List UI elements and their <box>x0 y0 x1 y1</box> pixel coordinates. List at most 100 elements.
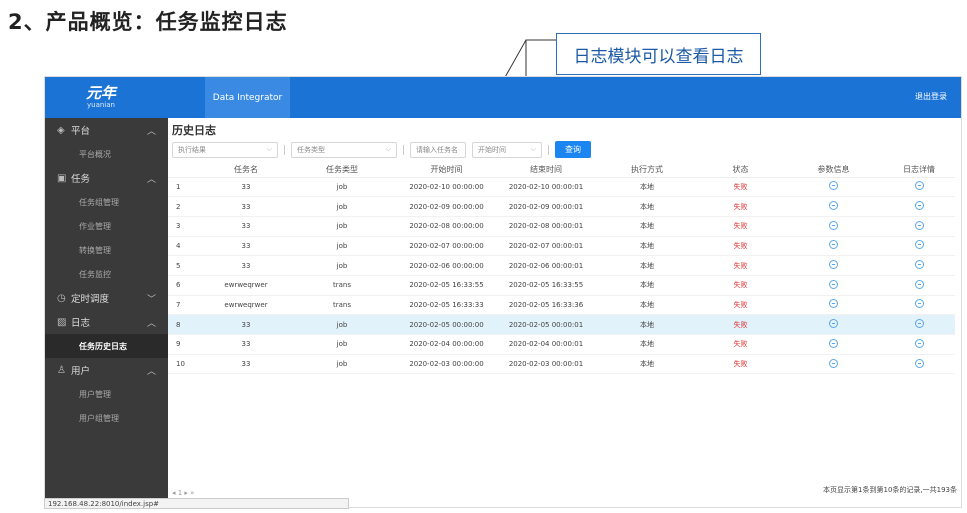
log-detail-icon[interactable] <box>914 279 924 289</box>
log-detail-icon[interactable] <box>914 299 924 309</box>
cell-name: 33 <box>206 196 286 217</box>
cell-no: 2 <box>168 196 206 217</box>
cell-status: 失败 <box>697 334 784 355</box>
cell-start: 2020-02-05 16:33:33 <box>398 295 495 316</box>
cell-name: ewrweqrwer <box>206 275 286 296</box>
chevron-down-icon: ⌵ <box>385 145 391 153</box>
sidebar-item[interactable]: 用户管理 <box>45 382 168 406</box>
table-row[interactable]: 7 ewrweqrwer trans 2020-02-05 16:33:33 2020-… <box>168 295 955 316</box>
cell-end: 2020-02-09 00:00:01 <box>495 196 597 217</box>
table-row[interactable]: 1 33 job 2020-02-10 00:00:00 2020-02-10 00:0… <box>168 177 955 198</box>
sidebar-item[interactable]: 用户组管理 <box>45 406 168 430</box>
params-info-icon[interactable] <box>829 260 838 270</box>
cell-end: 2020-02-06 00:00:01 <box>495 255 597 276</box>
column-header: 状态 <box>697 162 784 178</box>
task-name-input[interactable]: 请输入任务名 <box>410 141 466 158</box>
logout-link[interactable]: 退出登录 <box>915 91 947 102</box>
main-content: 历史日志 执行结果 ⌵ 任务类型 ⌵ 请输入任务名 开始时间 ⌵ 查询 任务名 … <box>168 118 961 507</box>
params-info-icon[interactable] <box>829 240 838 250</box>
table-row[interactable]: 9 33 job 2020-02-04 00:00:00 2020-02-04 00:0… <box>168 334 955 355</box>
params-info-icon[interactable] <box>829 201 838 211</box>
cell-no: 3 <box>168 216 206 237</box>
sidebar-group-label: 任务 <box>71 174 91 185</box>
divider <box>403 144 404 155</box>
cell-no: 6 <box>168 275 206 296</box>
log-detail-icon[interactable] <box>914 220 924 230</box>
cell-end: 2020-02-07 00:00:01 <box>495 236 597 257</box>
task-type-select[interactable]: 任务类型 ⌵ <box>291 141 397 158</box>
sidebar-item[interactable]: 平台概况 <box>45 142 168 166</box>
params-info-icon[interactable] <box>829 220 838 230</box>
table-row[interactable]: 8 33 job 2020-02-05 00:00:00 2020-02-05 00:0… <box>168 314 955 335</box>
sidebar-group[interactable]: ◷ 定时调度 ﹀ <box>45 286 168 310</box>
brand-logo[interactable]: 元年 yuanian <box>77 85 125 109</box>
table-row[interactable]: 10 33 job 2020-02-03 00:00:00 2020-02-03 00:… <box>168 354 955 375</box>
log-detail-icon[interactable] <box>914 358 924 368</box>
cell-name: 33 <box>206 354 286 375</box>
cell-type: job <box>286 334 398 355</box>
sidebar-item[interactable]: 作业管理 <box>45 214 168 238</box>
sidebar-item[interactable]: 任务监控 <box>45 262 168 286</box>
calendar-icon: ▣ <box>57 172 67 184</box>
cell-mode: 本地 <box>597 196 697 217</box>
table-body: 1 33 job 2020-02-10 00:00:00 2020-02-10 00:0… <box>168 177 955 375</box>
cell-params-info <box>784 255 883 276</box>
divider <box>284 144 285 155</box>
cell-params-info <box>784 354 883 375</box>
product-tab[interactable]: Data Integrator <box>205 77 290 118</box>
params-info-icon[interactable] <box>829 358 838 368</box>
cell-status: 失败 <box>697 354 784 375</box>
pagination[interactable]: ◂ 1 ▸ » <box>172 489 194 497</box>
log-detail-icon[interactable] <box>914 240 924 250</box>
sidebar-group[interactable]: ♙ 用户 ︿ <box>45 358 168 382</box>
cell-mode: 本地 <box>597 177 697 198</box>
table-row[interactable]: 6 ewrweqrwer trans 2020-02-05 16:33:55 2020-… <box>168 275 955 296</box>
params-info-icon[interactable] <box>829 319 838 329</box>
table-row[interactable]: 4 33 job 2020-02-07 00:00:00 2020-02-07 00:0… <box>168 236 955 257</box>
cell-type: job <box>286 314 398 335</box>
log-detail-icon[interactable] <box>914 319 924 329</box>
cell-end: 2020-02-03 00:00:01 <box>495 354 597 375</box>
params-info-icon[interactable] <box>829 299 838 309</box>
cell-start: 2020-02-08 00:00:00 <box>398 216 495 237</box>
status-bar-url: 192.168.48.22:8010/index.jsp# <box>44 498 349 509</box>
cell-end: 2020-02-08 00:00:01 <box>495 216 597 237</box>
sidebar-item[interactable]: 转换管理 <box>45 238 168 262</box>
cell-log-detail <box>883 236 955 257</box>
sidebar-group[interactable]: ▣ 任务 ︿ <box>45 166 168 190</box>
sidebar-group-label: 日志 <box>71 318 91 329</box>
params-info-icon[interactable] <box>829 338 838 348</box>
cell-params-info <box>784 275 883 296</box>
cell-end: 2020-02-04 00:00:01 <box>495 334 597 355</box>
cell-mode: 本地 <box>597 255 697 276</box>
sidebar-group-label: 用户 <box>71 366 91 377</box>
params-info-icon[interactable] <box>829 181 838 191</box>
params-info-icon[interactable] <box>829 279 838 289</box>
result-select[interactable]: 执行结果 ⌵ <box>172 141 278 158</box>
column-header: 开始时间 <box>398 162 495 178</box>
table-row[interactable]: 5 33 job 2020-02-06 00:00:00 2020-02-06 00:0… <box>168 255 955 276</box>
chevron-down-icon: ⌵ <box>530 145 536 153</box>
cell-type: job <box>286 196 398 217</box>
sidebar-group[interactable]: ◈ 平台 ︿ <box>45 118 168 142</box>
log-detail-icon[interactable] <box>914 338 924 348</box>
column-header: 执行方式 <box>597 162 697 178</box>
cell-no: 4 <box>168 236 206 257</box>
log-detail-icon[interactable] <box>914 181 924 191</box>
cell-log-detail <box>883 334 955 355</box>
table-row[interactable]: 3 33 job 2020-02-08 00:00:00 2020-02-08 00:0… <box>168 216 955 237</box>
slide-title: 2、产品概览：任务监控日志 <box>8 10 288 34</box>
filter-bar: 执行结果 ⌵ 任务类型 ⌵ 请输入任务名 开始时间 ⌵ 查询 <box>172 141 591 158</box>
chevron-up-icon: ︿ <box>146 126 156 137</box>
table-row[interactable]: 2 33 job 2020-02-09 00:00:00 2020-02-09 00:0… <box>168 196 955 217</box>
log-detail-icon[interactable] <box>914 260 924 270</box>
sidebar-group[interactable]: ▨ 日志 ︿ <box>45 310 168 334</box>
cell-start: 2020-02-10 00:00:00 <box>398 177 495 198</box>
start-time-select[interactable]: 开始时间 ⌵ <box>472 141 542 158</box>
query-button[interactable]: 查询 <box>555 141 591 158</box>
column-header <box>168 162 206 178</box>
sidebar-item[interactable]: 任务历史日志 <box>45 334 168 358</box>
log-detail-icon[interactable] <box>914 201 924 211</box>
log-icon: ▨ <box>57 316 67 328</box>
sidebar-item[interactable]: 任务组管理 <box>45 190 168 214</box>
